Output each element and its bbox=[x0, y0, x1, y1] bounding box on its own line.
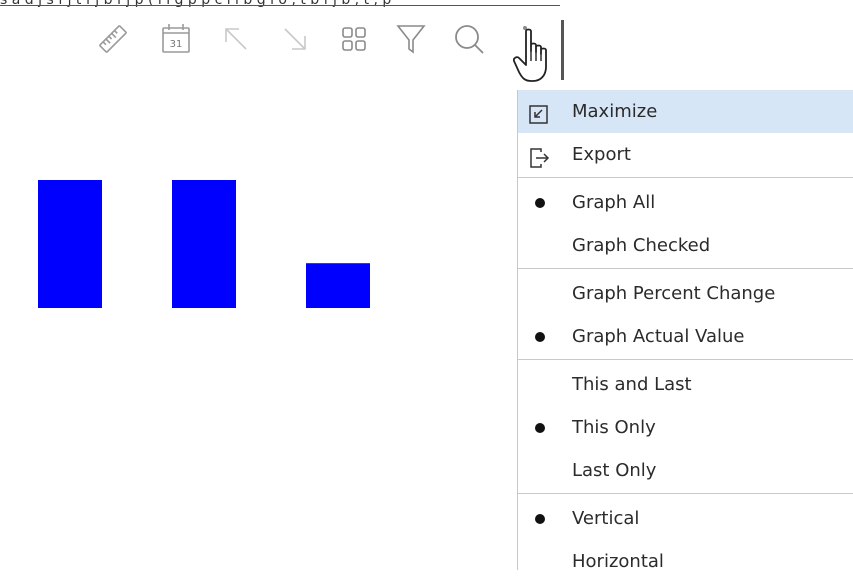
menu-item-label: This and Last bbox=[572, 374, 692, 395]
arrow-up-left-icon[interactable] bbox=[219, 22, 253, 56]
header-divider bbox=[0, 5, 560, 6]
menu-item-label: This Only bbox=[572, 417, 656, 438]
filter-icon[interactable] bbox=[394, 22, 428, 56]
menu-item-horizontal[interactable]: Horizontal bbox=[518, 540, 853, 583]
svg-text:31: 31 bbox=[170, 39, 183, 50]
chart-toolbar: 31 bbox=[0, 10, 570, 68]
menu-item-this-only[interactable]: This Only bbox=[518, 406, 853, 449]
menu-item-label: Maximize bbox=[572, 101, 658, 122]
menu-item-graph-percent-change[interactable]: Graph Percent Change bbox=[518, 272, 853, 315]
toolbar-divider bbox=[561, 20, 564, 80]
context-menu: Maximize Export Graph All Graph Checked Grap… bbox=[517, 90, 853, 572]
menu-item-maximize[interactable]: Maximize bbox=[518, 90, 853, 133]
menu-item-label: Last Only bbox=[572, 460, 657, 481]
menu-item-graph-checked[interactable]: Graph Checked bbox=[518, 224, 853, 267]
menu-item-label: Export bbox=[572, 144, 631, 165]
menu-separator bbox=[518, 359, 853, 360]
bar-chart bbox=[0, 90, 500, 490]
menu-separator bbox=[518, 268, 853, 269]
maximize-icon bbox=[527, 100, 551, 124]
menu-item-label: Graph Checked bbox=[572, 235, 711, 256]
menu-item-label: Graph All bbox=[572, 192, 656, 213]
ruler-icon[interactable] bbox=[96, 22, 130, 56]
menu-item-label: Graph Actual Value bbox=[572, 326, 745, 347]
calendar-icon[interactable]: 31 bbox=[159, 22, 193, 56]
menu-item-this-and-last[interactable]: This and Last bbox=[518, 363, 853, 406]
menu-separator bbox=[518, 493, 853, 494]
grid-icon[interactable] bbox=[337, 22, 371, 56]
arrow-down-right-icon[interactable] bbox=[278, 22, 312, 56]
menu-item-label: Graph Percent Change bbox=[572, 283, 776, 304]
chart-bar-3[interactable] bbox=[306, 263, 370, 308]
menu-item-graph-actual-value[interactable]: Graph Actual Value bbox=[518, 315, 853, 358]
selected-bullet-icon bbox=[535, 423, 545, 433]
menu-item-export[interactable]: Export bbox=[518, 133, 853, 176]
selected-bullet-icon bbox=[535, 332, 545, 342]
search-icon[interactable] bbox=[452, 22, 486, 56]
menu-item-last-only[interactable]: Last Only bbox=[518, 449, 853, 492]
menu-item-graph-all[interactable]: Graph All bbox=[518, 181, 853, 224]
header-text-part: s a d j s f j t f j b f j p ( l i g p p … bbox=[0, 0, 223, 8]
header-text-part: , t b f j b , t , p bbox=[291, 0, 392, 8]
selected-bullet-icon bbox=[535, 198, 545, 208]
chart-bar-1[interactable] bbox=[38, 180, 102, 308]
header-link[interactable]: l i b g i o bbox=[227, 0, 287, 8]
menu-item-label: Horizontal bbox=[572, 551, 664, 572]
export-icon bbox=[527, 143, 551, 168]
menu-item-label: Vertical bbox=[572, 508, 640, 529]
chart-canvas bbox=[38, 180, 370, 308]
selected-bullet-icon bbox=[535, 514, 545, 524]
hand-pointer-cursor-icon bbox=[512, 27, 557, 85]
menu-separator bbox=[518, 177, 853, 178]
chart-bar-2[interactable] bbox=[172, 180, 236, 308]
menu-item-vertical[interactable]: Vertical bbox=[518, 497, 853, 540]
